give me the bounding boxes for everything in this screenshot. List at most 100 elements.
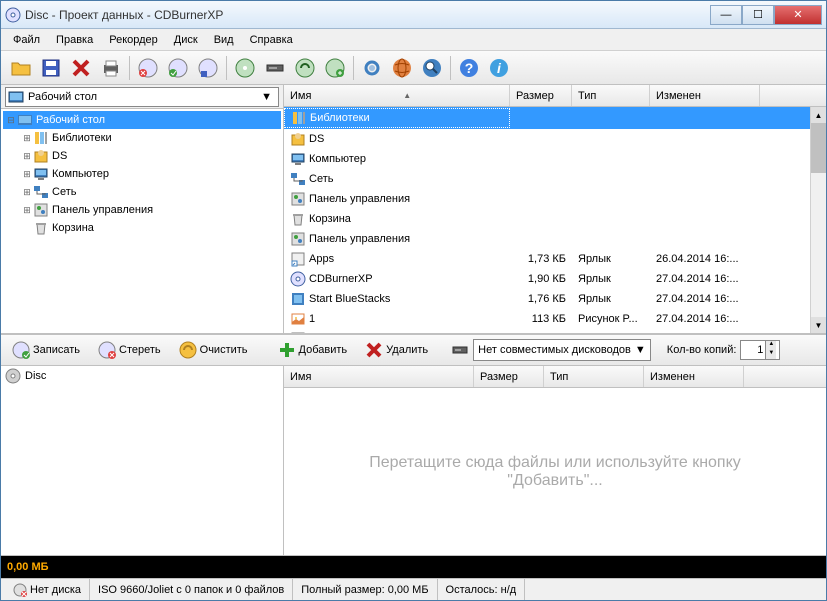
list-row[interactable]: CDBurnerXP1,90 КБЯрлык27.04.2014 16:... xyxy=(284,269,826,289)
status-remain: Осталось: н/д xyxy=(438,579,526,600)
col-name[interactable]: Имя▲ xyxy=(284,85,510,106)
expand-icon[interactable]: ⊞ xyxy=(21,169,33,180)
status-iso: ISO 9660/Joliet с 0 папок и 0 файлов xyxy=(90,579,293,600)
expand-icon[interactable]: ⊞ xyxy=(21,151,33,162)
disc-cancel-button[interactable] xyxy=(134,54,162,82)
drop-hint: Перетащите сюда файлы или используйте кн… xyxy=(284,388,826,555)
chevron-down-icon: ▼ xyxy=(635,344,646,356)
compilation-list-header: Имя Размер Тип Изменен xyxy=(284,366,826,388)
tree-item-network[interactable]: ⊞Сеть xyxy=(19,183,281,201)
disc-refresh-button[interactable] xyxy=(291,54,319,82)
menu-view[interactable]: Вид xyxy=(208,32,240,48)
record-button[interactable]: Записать xyxy=(5,337,87,363)
menu-help[interactable]: Справка xyxy=(244,32,299,48)
list-row[interactable]: DS xyxy=(284,129,826,149)
svg-text:?: ? xyxy=(465,60,474,76)
list-row[interactable]: Библиотеки xyxy=(284,107,826,129)
statusbar: Нет диска ISO 9660/Joliet с 0 папок и 0 … xyxy=(1,578,826,600)
window-title: Disc - Проект данных - CDBurnerXP xyxy=(25,8,710,22)
file-list-pane: Имя▲ Размер Тип Изменен БиблиотекиDSКомп… xyxy=(284,85,826,333)
menu-file[interactable]: Файл xyxy=(7,32,46,48)
collapse-icon[interactable]: ⊟ xyxy=(5,115,17,126)
status-fullsize: Полный размер: 0,00 МБ xyxy=(293,579,437,600)
status-nodisk: Нет диска xyxy=(5,579,90,600)
col-modified[interactable]: Изменен xyxy=(650,85,760,106)
col-size[interactable]: Размер xyxy=(474,366,544,387)
col-type[interactable]: Тип xyxy=(544,366,644,387)
disc-root[interactable]: Disc xyxy=(1,366,283,386)
list-row[interactable]: Компьютер xyxy=(284,149,826,169)
sort-asc-icon: ▲ xyxy=(403,91,411,100)
drive-icon xyxy=(451,341,469,359)
clear-button[interactable]: Очистить xyxy=(172,337,255,363)
disc-tree[interactable]: Disc xyxy=(1,366,284,555)
location-text: Рабочий стол xyxy=(28,91,97,103)
delete-red-button[interactable] xyxy=(67,54,95,82)
scroll-thumb[interactable] xyxy=(811,123,826,173)
browser-pane: Рабочий стол ▼ ⊟ Рабочий стол ⊞Библиотек… xyxy=(1,85,826,334)
disc-ok-button[interactable] xyxy=(164,54,192,82)
list-row[interactable]: Сеть xyxy=(284,169,826,189)
tree-item-control[interactable]: ⊞Панель управления xyxy=(19,201,281,219)
list-row[interactable]: Start BlueStacks1,76 КБЯрлык27.04.2014 1… xyxy=(284,289,826,309)
close-button[interactable]: ✕ xyxy=(774,5,822,25)
file-list-header: Имя▲ Размер Тип Изменен xyxy=(284,85,826,107)
list-row[interactable]: cdbxp_setup_4.5.3.4746(4)5,06 ...Приложе… xyxy=(284,329,826,333)
scroll-down-button[interactable]: ▼ xyxy=(811,317,826,333)
list-row[interactable]: Корзина xyxy=(284,209,826,229)
tree-item-computer[interactable]: ⊞Компьютер xyxy=(19,165,281,183)
col-name[interactable]: Имя xyxy=(284,366,474,387)
disc-burn-button[interactable] xyxy=(231,54,259,82)
expand-icon[interactable]: ⊞ xyxy=(21,133,33,144)
list-row[interactable]: Apps1,73 КБЯрлык26.04.2014 16:... xyxy=(284,249,826,269)
main-toolbar: ? i xyxy=(1,51,826,85)
maximize-button[interactable]: ☐ xyxy=(742,5,774,25)
list-row[interactable]: Панель управления xyxy=(284,229,826,249)
menu-recorder[interactable]: Рекордер xyxy=(103,32,164,48)
save-button[interactable] xyxy=(37,54,65,82)
tree-item-ds[interactable]: ⊞DS xyxy=(19,147,281,165)
expand-icon[interactable]: ⊞ xyxy=(21,187,33,198)
disc-add-button[interactable] xyxy=(321,54,349,82)
size-bar: 0,00 МБ xyxy=(1,556,826,578)
app-window: Disc - Проект данных - CDBurnerXP — ☐ ✕ … xyxy=(0,0,827,601)
add-button[interactable]: Добавить xyxy=(271,337,355,363)
remove-button[interactable]: Удалить xyxy=(358,337,435,363)
settings-button[interactable] xyxy=(358,54,386,82)
scrollbar[interactable]: ▲ ▼ xyxy=(810,107,826,333)
list-row[interactable]: 1113 КБРисунок P...27.04.2014 16:... xyxy=(284,309,826,329)
spin-down-button[interactable]: ▼ xyxy=(765,350,776,359)
drive-button[interactable] xyxy=(261,54,289,82)
help-button[interactable]: ? xyxy=(455,54,483,82)
col-size[interactable]: Размер xyxy=(510,85,572,106)
list-row[interactable]: Панель управления xyxy=(284,189,826,209)
minimize-button[interactable]: — xyxy=(710,5,742,25)
tree-root[interactable]: ⊟ Рабочий стол xyxy=(3,111,281,129)
col-type[interactable]: Тип xyxy=(572,85,650,106)
spin-up-button[interactable]: ▲ xyxy=(765,341,776,350)
erase-button[interactable]: Стереть xyxy=(91,337,168,363)
search-button[interactable] xyxy=(418,54,446,82)
tree-item-libraries[interactable]: ⊞Библиотеки xyxy=(19,129,281,147)
expand-icon[interactable]: ⊞ xyxy=(21,205,33,216)
print-button[interactable] xyxy=(97,54,125,82)
folder-tree[interactable]: ⊟ Рабочий стол ⊞Библиотеки ⊞DS ⊞Компьюте… xyxy=(1,109,283,333)
drive-combo[interactable]: Нет совместимых дисководов▼ xyxy=(473,339,651,361)
open-button[interactable] xyxy=(7,54,35,82)
col-modified[interactable]: Изменен xyxy=(644,366,744,387)
tree-item-bin[interactable]: Корзина xyxy=(19,219,281,237)
menubar: Файл Правка Рекордер Диск Вид Справка xyxy=(1,29,826,51)
info-button[interactable]: i xyxy=(485,54,513,82)
location-bar: Рабочий стол ▼ xyxy=(1,85,283,109)
globe-button[interactable] xyxy=(388,54,416,82)
scroll-up-button[interactable]: ▲ xyxy=(811,107,826,123)
file-list[interactable]: БиблиотекиDSКомпьютерСетьПанель управлен… xyxy=(284,107,826,333)
location-combo[interactable]: Рабочий стол ▼ xyxy=(5,87,279,107)
compilation-list-pane: Имя Размер Тип Изменен Перетащите сюда ф… xyxy=(284,366,826,555)
copies-input[interactable] xyxy=(741,344,765,356)
menu-edit[interactable]: Правка xyxy=(50,32,99,48)
compilation-pane: Disc Имя Размер Тип Изменен Перетащите с… xyxy=(1,366,826,556)
copies-spinner[interactable]: ▲▼ xyxy=(740,340,780,360)
menu-disc[interactable]: Диск xyxy=(168,32,204,48)
disc-info-button[interactable] xyxy=(194,54,222,82)
